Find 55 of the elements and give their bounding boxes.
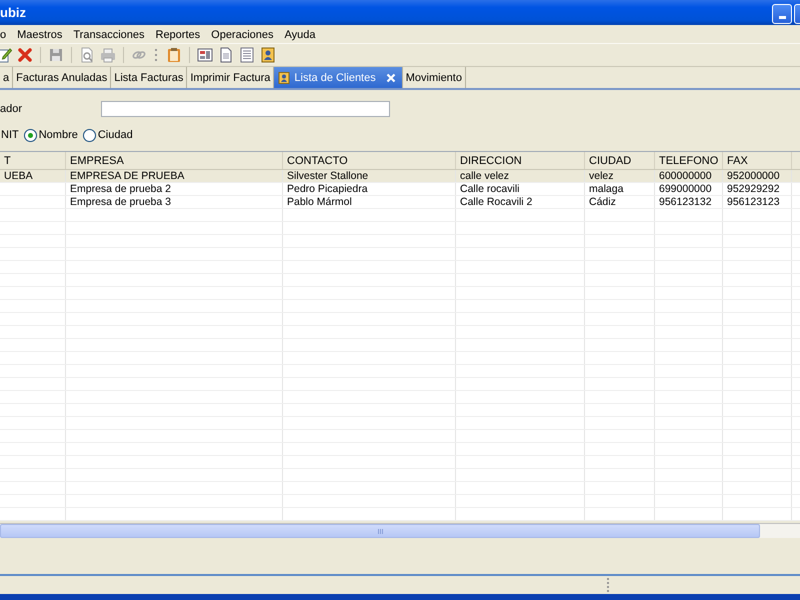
delete-icon[interactable] xyxy=(17,47,33,63)
menu-item[interactable]: Ayuda xyxy=(278,28,321,40)
table-cell: 600000000 xyxy=(659,170,712,182)
close-icon[interactable] xyxy=(386,72,396,82)
tab[interactable]: a xyxy=(0,67,14,88)
radio-label[interactable]: NIT xyxy=(0,129,19,141)
radio-option[interactable]: Nombre xyxy=(24,128,78,142)
table-cell: 956123123 xyxy=(727,196,780,208)
table-cell: Pablo Mármol xyxy=(287,196,352,208)
minimize-button[interactable] xyxy=(772,4,792,24)
form-icon[interactable] xyxy=(197,47,213,63)
table-cell: calle velez xyxy=(460,170,510,182)
column-header[interactable]: DIRECCION xyxy=(456,152,585,169)
table-cell: Silvester Stallone xyxy=(287,170,368,182)
table-cell: EMPRESA DE PRUEBA xyxy=(70,170,184,182)
menu-item[interactable]: Operaciones xyxy=(205,28,279,40)
table-cell: 699000000 xyxy=(659,183,712,195)
column-header[interactable]: EMPRESA xyxy=(66,152,283,169)
tab[interactable]: Movimiento xyxy=(402,67,466,88)
menu-item[interactable]: Maestros xyxy=(11,28,68,40)
radio-option[interactable]: Ciudad xyxy=(82,128,133,142)
table-cell: UEBA xyxy=(4,170,33,182)
table-cell: Calle rocavili xyxy=(460,183,520,195)
column-header[interactable]: T xyxy=(0,152,66,169)
list-icon[interactable] xyxy=(239,47,255,63)
column-header[interactable]: CIUDAD xyxy=(585,152,655,169)
table-cell: Pedro Picapiedra xyxy=(287,183,368,195)
save-icon[interactable] xyxy=(48,47,64,63)
search-label: ador xyxy=(0,103,24,115)
clipboard-icon[interactable] xyxy=(166,47,182,63)
table-cell: 952929292 xyxy=(727,183,780,195)
contact-card-icon xyxy=(278,72,290,84)
table-cell: 956123132 xyxy=(659,196,712,208)
table-cell: Cádiz xyxy=(589,196,616,208)
status-divider-icon xyxy=(607,578,609,592)
separator-grip-icon xyxy=(155,48,158,62)
column-header[interactable]: CONTACTO xyxy=(283,152,456,169)
contact-card-icon[interactable] xyxy=(260,47,276,63)
column-header[interactable]: FAX xyxy=(723,152,792,169)
window-title: ubiz xyxy=(0,5,26,20)
column-header[interactable]: TELEFONO xyxy=(655,152,723,169)
table-cell: velez xyxy=(589,170,614,182)
document-icon[interactable] xyxy=(218,47,234,63)
table-cell: malaga xyxy=(589,183,624,195)
table-cell: Empresa de prueba 2 xyxy=(70,183,171,195)
table-cell: Calle Rocavili 2 xyxy=(460,196,532,208)
table-cell: Empresa de prueba 3 xyxy=(70,196,171,208)
menu-item[interactable]: Transacciones xyxy=(67,28,150,40)
table-cell: 952000000 xyxy=(727,170,780,182)
edit-icon[interactable] xyxy=(0,47,12,63)
menu-item[interactable]: Reportes xyxy=(150,28,206,40)
search-field[interactable] xyxy=(101,101,390,117)
tab[interactable]: Lista de Clientes xyxy=(274,67,403,88)
preview-icon[interactable] xyxy=(79,47,95,63)
menu-item[interactable]: o xyxy=(0,28,12,40)
